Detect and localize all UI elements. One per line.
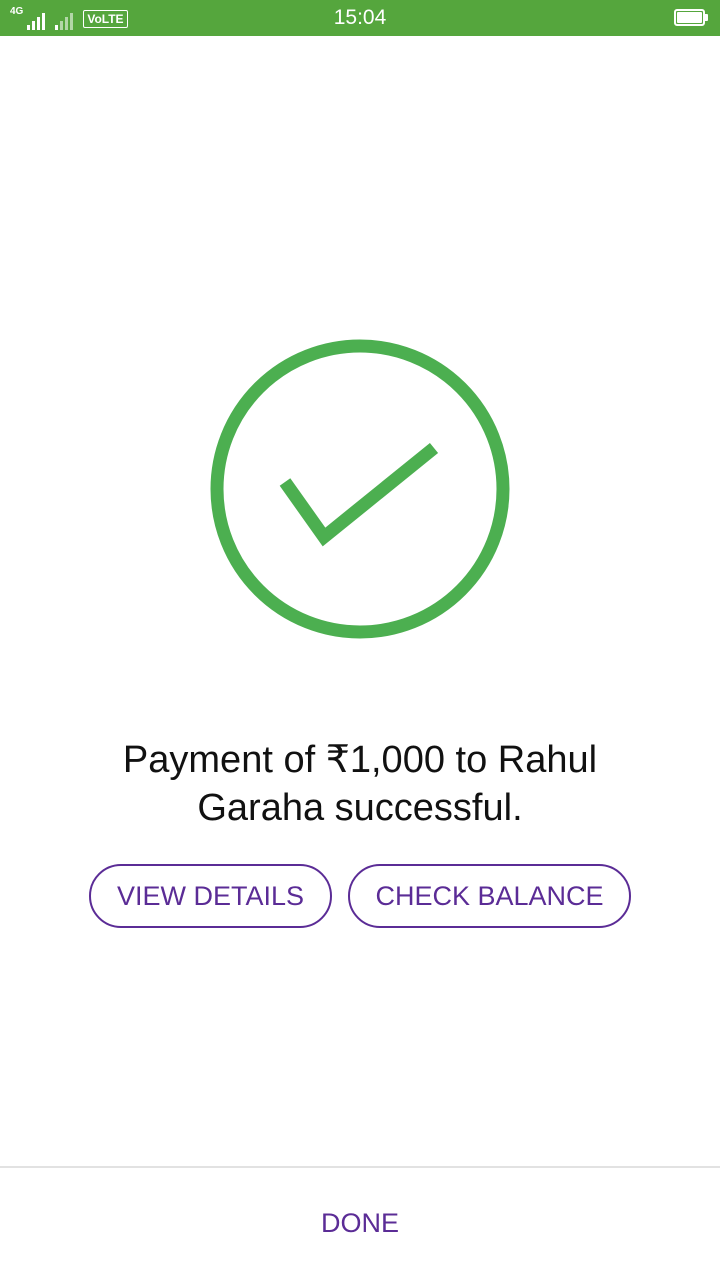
status-bar: 4G VoLTE 15:04 (0, 0, 720, 36)
check-balance-button[interactable]: CHECK BALANCE (348, 864, 631, 928)
done-button[interactable]: DONE (0, 1168, 720, 1280)
battery-icon (674, 9, 708, 26)
view-details-button[interactable]: VIEW DETAILS (89, 864, 332, 928)
check-circle-icon (210, 339, 510, 639)
clock: 15:04 (333, 6, 387, 29)
payment-success-message: Payment of ₹1,000 to Rahul Garaha succes… (122, 739, 598, 829)
